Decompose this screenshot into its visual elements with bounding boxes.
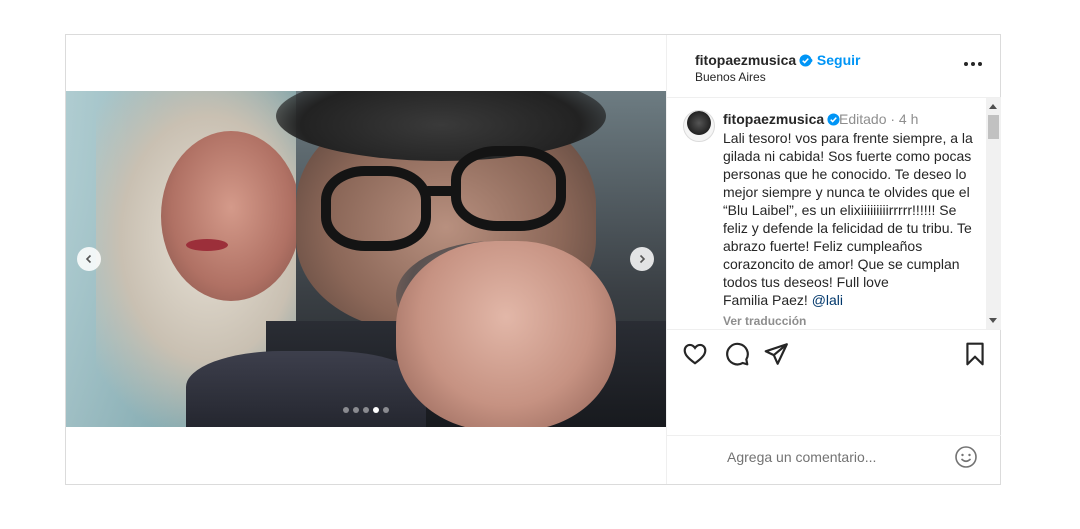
- comment-icon[interactable]: [724, 341, 750, 367]
- follow-button[interactable]: • Seguir: [808, 52, 860, 68]
- carousel-prev-button[interactable]: [77, 247, 101, 271]
- follow-separator: •: [808, 52, 813, 68]
- photo-glasses-bridge: [424, 186, 458, 196]
- caption-username-row[interactable]: fitopaezmusica: [723, 111, 840, 127]
- comment-input[interactable]: Agrega un comentario...: [727, 449, 876, 465]
- more-options-icon: [964, 62, 968, 66]
- more-options-icon: [978, 62, 982, 66]
- post-header: fitopaezmusica • Seguir Buenos Aires: [667, 35, 1001, 98]
- emoji-icon[interactable]: [954, 445, 978, 469]
- action-bar: [667, 329, 1001, 380]
- more-options-button[interactable]: [964, 62, 984, 68]
- carousel-dot: [343, 407, 349, 413]
- caption-section: fitopaezmusica Editado · 4 h Lali tesoro…: [667, 98, 1001, 329]
- scroll-up-arrow-icon[interactable]: [989, 104, 997, 109]
- bookmark-icon[interactable]: [962, 341, 988, 367]
- carousel-next-button[interactable]: [630, 247, 654, 271]
- carousel-dot: [383, 407, 389, 413]
- caption-username[interactable]: fitopaezmusica: [723, 111, 824, 127]
- avatar[interactable]: [683, 110, 715, 142]
- caption-text: Lali tesoro! vos para frente siempre, a …: [723, 129, 973, 309]
- header-username-row[interactable]: fitopaezmusica: [695, 52, 812, 68]
- mention-link[interactable]: @lali: [812, 292, 843, 308]
- chevron-right-icon: [639, 254, 646, 264]
- carousel-dot-active: [373, 407, 379, 413]
- carousel-indicator: [66, 407, 666, 413]
- see-translation-button[interactable]: Ver traducción: [723, 314, 806, 328]
- comment-bar: Agrega un comentario...: [667, 435, 1001, 485]
- photo-hands: [396, 241, 616, 427]
- photo-woman-face: [161, 131, 301, 301]
- chevron-left-icon: [85, 254, 92, 264]
- instagram-embed: fitopaezmusica • Seguir Buenos Aires fito…: [65, 34, 1001, 485]
- caption-meta: Editado · 4 h: [839, 111, 919, 127]
- post-sidebar: fitopaezmusica • Seguir Buenos Aires fito…: [666, 35, 1001, 484]
- caption-body: Lali tesoro! vos para frente siempre, a …: [723, 130, 973, 308]
- photo-glasses-left: [321, 166, 431, 251]
- carousel-dot: [363, 407, 369, 413]
- header-username[interactable]: fitopaezmusica: [695, 52, 796, 68]
- caption-scrollbar[interactable]: [986, 98, 1001, 329]
- photo-woman-lips: [186, 239, 228, 251]
- post-photo[interactable]: [66, 91, 666, 427]
- carousel-dot: [353, 407, 359, 413]
- share-icon[interactable]: [763, 341, 789, 367]
- photo-sleeve: [186, 351, 426, 427]
- photo-glasses-right: [451, 146, 566, 231]
- post-media: [66, 35, 666, 484]
- scrollbar-thumb[interactable]: [988, 115, 999, 139]
- scroll-down-arrow-icon[interactable]: [989, 318, 997, 323]
- more-options-icon: [971, 62, 975, 66]
- heart-icon[interactable]: [682, 341, 708, 367]
- location-link[interactable]: Buenos Aires: [695, 70, 766, 84]
- follow-label[interactable]: Seguir: [817, 52, 861, 68]
